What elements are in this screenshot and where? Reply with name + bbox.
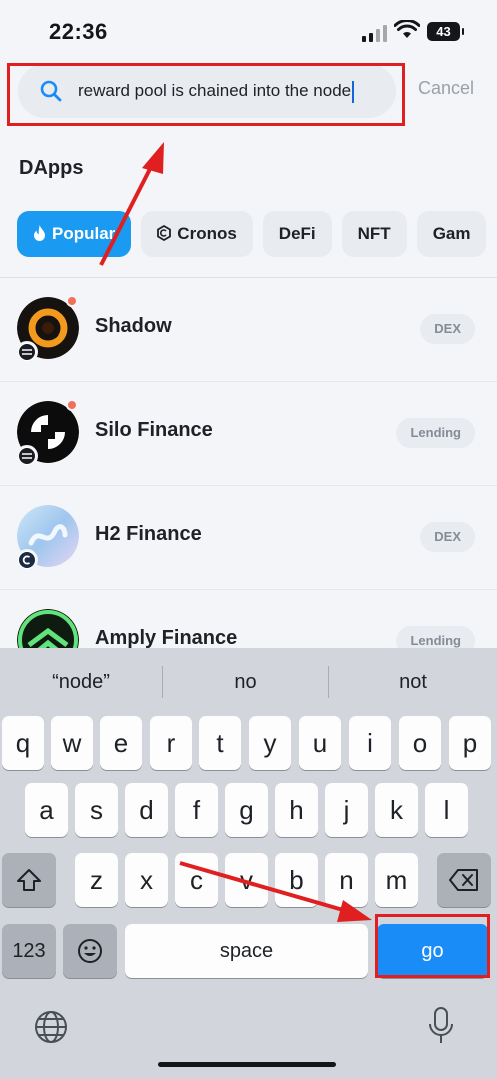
cronos-chain-icon [16,549,38,571]
status-bar: 22:36 43 [0,0,497,58]
tab-defi-label: DeFi [278,224,316,243]
key-m[interactable]: m [375,853,418,907]
tab-nft-label: NFT [357,224,391,243]
battery-indicator: 43 [427,22,464,41]
tab-popular-label: Popular [52,224,116,243]
key-y[interactable]: y [249,716,291,770]
section-title: DApps [19,157,84,179]
key-u[interactable]: u [299,716,341,770]
category-tabs: Popular Cronos DeFi NFT Gam [17,211,497,257]
sonic-chain-icon [16,445,38,467]
tab-cronos[interactable]: Cronos [141,211,253,257]
key-d[interactable]: d [125,783,168,837]
key-h[interactable]: h [275,783,318,837]
key-v[interactable]: v [225,853,268,907]
numbers-key[interactable]: 123 [2,924,56,978]
microphone-icon[interactable] [428,1007,454,1045]
notification-dot [66,295,78,307]
list-item[interactable]: H2 Finance DEX [0,486,497,590]
key-c[interactable]: c [175,853,218,907]
backspace-icon [449,869,478,891]
key-b[interactable]: b [275,853,318,907]
dapp-tag: Lending [396,418,475,448]
dapp-list: Shadow DEX Silo Finance Lending H2 Finan… [0,278,497,694]
key-s[interactable]: s [75,783,118,837]
key-z[interactable]: z [75,853,118,907]
tab-defi[interactable]: DeFi [262,211,332,257]
cancel-button[interactable]: Cancel [418,78,474,99]
tab-cronos-label: Cronos [177,224,237,243]
suggestion-item[interactable]: no [163,648,328,716]
tab-popular[interactable]: Popular [17,211,132,257]
key-g[interactable]: g [225,783,268,837]
dapp-tag: DEX [420,314,475,344]
arrow-to-search-head [142,142,164,174]
key-o[interactable]: o [399,716,441,770]
search-highlight-box [7,63,405,126]
cronos-icon [157,212,172,257]
key-i[interactable]: i [349,716,391,770]
dapp-name: Amply Finance [95,627,238,649]
dapp-name: Silo Finance [95,419,213,441]
key-w[interactable]: w [51,716,93,770]
suggestion-item[interactable]: “node” [0,648,162,716]
suggestion-item[interactable]: not [329,648,497,716]
sonic-chain-icon [16,341,38,363]
wifi-icon [394,20,420,38]
tab-gaming-label: Gam [432,224,471,243]
list-item[interactable]: Silo Finance Lending [0,382,497,486]
keyboard: “node” no not q w e r t y u i o p a s d … [0,648,497,1079]
key-l[interactable]: l [425,783,468,837]
key-p[interactable]: p [449,716,491,770]
go-key-highlight-box [375,914,490,978]
key-e[interactable]: e [100,716,142,770]
emoji-icon [78,939,102,963]
key-x[interactable]: x [125,853,168,907]
tab-nft[interactable]: NFT [341,211,407,257]
status-time: 22:36 [49,19,108,44]
space-key[interactable]: space [125,924,368,978]
key-q[interactable]: q [2,716,44,770]
backspace-key[interactable] [437,853,491,907]
key-n[interactable]: n [325,853,368,907]
shift-icon [17,869,41,891]
home-indicator [158,1062,336,1067]
suggestion-bar: “node” no not [0,648,497,716]
key-j[interactable]: j [325,783,368,837]
key-k[interactable]: k [375,783,418,837]
key-t[interactable]: t [199,716,241,770]
tab-gaming[interactable]: Gam [416,211,487,257]
cellular-signal-icon [362,24,388,42]
dapp-tag: DEX [420,522,475,552]
flame-icon [33,212,46,257]
key-r[interactable]: r [150,716,192,770]
dapp-name: Shadow [95,315,172,337]
globe-icon[interactable] [34,1010,68,1044]
shift-key[interactable] [2,853,56,907]
notification-dot [66,399,78,411]
emoji-key[interactable] [63,924,117,978]
dapp-name: H2 Finance [95,523,202,545]
list-item[interactable]: Shadow DEX [0,278,497,382]
key-a[interactable]: a [25,783,68,837]
key-f[interactable]: f [175,783,218,837]
